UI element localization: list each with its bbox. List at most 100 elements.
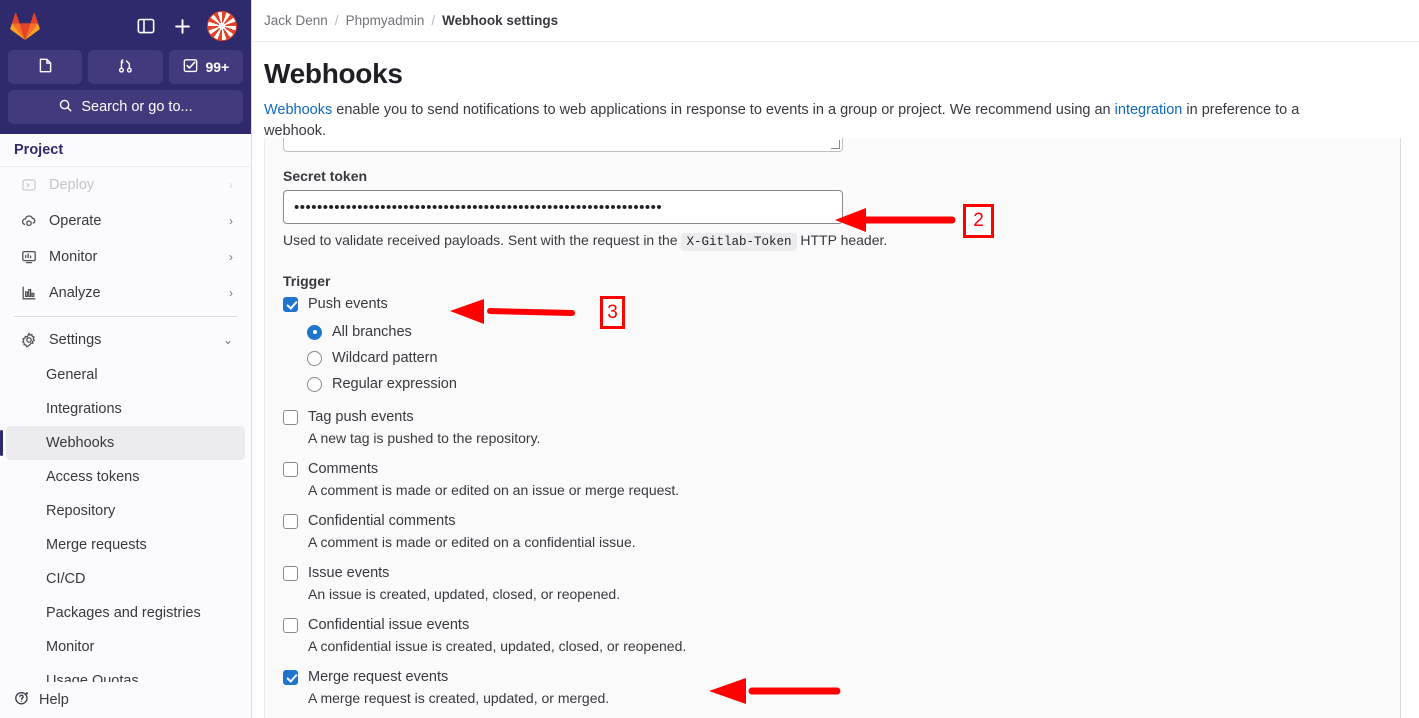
sidebar-item-label: Deploy — [49, 177, 95, 193]
push-events-checkbox[interactable] — [283, 297, 298, 312]
sidebar-subitem-packages-and-registries[interactable]: Packages and registries — [6, 596, 245, 630]
search-placeholder: Search or go to... — [81, 99, 193, 115]
chevron-right-icon: › — [229, 250, 233, 264]
breadcrumb-separator: / — [334, 13, 339, 28]
breadcrumb: Jack Denn / Phpmyadmin / Webhook setting… — [252, 0, 1419, 42]
breadcrumb-item-user[interactable]: Jack Denn — [264, 13, 328, 28]
sidebar-item-deploy[interactable]: Deploy › — [6, 167, 245, 203]
regular-expression-label[interactable]: Regular expression — [332, 376, 457, 392]
sidebar-subitem-label: Merge requests — [46, 537, 147, 553]
merge-request-events-desc: A merge request is created, updated, or … — [308, 690, 610, 706]
wildcard-pattern-radio[interactable] — [307, 350, 322, 366]
confidential-issue-events-desc: A confidential issue is created, updated… — [308, 638, 687, 654]
todos-count: 99+ — [205, 59, 230, 75]
sidebar-item-settings[interactable]: Settings ⌄ — [6, 322, 245, 358]
webhook-form: Secret token •••••••••••••••••••••••••••… — [265, 138, 1400, 708]
wildcard-pattern-label[interactable]: Wildcard pattern — [332, 350, 438, 366]
sidebar-item-monitor[interactable]: Monitor › — [6, 239, 245, 275]
sidebar-subitem-integrations[interactable]: Integrations — [6, 392, 245, 426]
sidebar-subitem-general[interactable]: General — [6, 358, 245, 392]
confidential-issue-events-label[interactable]: Confidential issue events — [308, 616, 686, 635]
regular-expression-radio[interactable] — [307, 376, 322, 392]
webhooks-doc-link[interactable]: Webhooks — [264, 102, 332, 118]
push-events-label[interactable]: Push events — [308, 295, 388, 314]
all-branches-radio[interactable] — [307, 324, 322, 340]
todos-button[interactable]: 99+ — [168, 50, 243, 84]
tag-push-events-checkbox[interactable] — [283, 410, 298, 425]
secret-token-input[interactable]: ••••••••••••••••••••••••••••••••••••••••… — [283, 190, 843, 224]
tag-push-events-label[interactable]: Tag push events — [308, 408, 540, 427]
user-avatar[interactable] — [207, 11, 237, 41]
push-events-texts: Push events — [308, 295, 388, 314]
new-item-plus-icon[interactable] — [171, 15, 193, 37]
issues-icon — [37, 57, 54, 77]
sidebar-nav: Deploy › Operate › Monitor › Analyze › S… — [0, 167, 251, 682]
comments-checkbox[interactable] — [283, 462, 298, 477]
sidebar-top-section: 99+ Search or go to... — [0, 0, 251, 134]
sidebar-subitem-monitor[interactable]: Monitor — [6, 630, 245, 664]
confidential-comments-texts: Confidential comments A comment is made … — [308, 512, 636, 552]
secret-token-label: Secret token — [283, 168, 368, 184]
sidebar-subitem-label: Packages and registries — [46, 605, 201, 621]
search-input[interactable]: Search or go to... — [8, 90, 243, 124]
trigger-section-label: Trigger — [283, 273, 331, 289]
tag-push-events-texts: Tag push events A new tag is pushed to t… — [308, 408, 540, 448]
sidebar-subitem-merge-requests[interactable]: Merge requests — [6, 528, 245, 562]
sidebar-subitem-repository[interactable]: Repository — [6, 494, 245, 528]
breadcrumb-current[interactable]: Webhook settings — [442, 13, 558, 28]
confidential-issue-events-texts: Confidential issue events A confidential… — [308, 616, 686, 656]
comments-texts: Comments A comment is made or edited on … — [308, 460, 679, 500]
sidebar-item-operate[interactable]: Operate › — [6, 203, 245, 239]
chevron-right-icon: › — [229, 178, 233, 192]
sidebar-subitem-label: Webhooks — [46, 435, 115, 451]
webhook-form-panel: Secret token •••••••••••••••••••••••••••… — [264, 138, 1401, 718]
page-title: Webhooks — [264, 58, 403, 89]
sidebar-subitem-cicd[interactable]: CI/CD — [6, 562, 245, 596]
breadcrumb-item-project[interactable]: Phpmyadmin — [346, 13, 425, 28]
confidential-issue-events-checkbox[interactable] — [283, 618, 298, 633]
issue-events-texts: Issue events An issue is created, update… — [308, 564, 620, 604]
push-events-row: Push events — [283, 295, 1400, 314]
secret-token-hint-after: HTTP header. — [796, 232, 888, 248]
branch-option-regular-expression[interactable]: Regular expression — [307, 376, 1400, 392]
comments-desc: A comment is made or edited on an issue … — [308, 482, 680, 498]
operate-icon — [20, 213, 37, 230]
merge-request-events-label[interactable]: Merge request events — [308, 668, 609, 687]
sidebar-subitem-label: General — [46, 367, 98, 383]
sidebar-subitem-access-tokens[interactable]: Access tokens — [6, 460, 245, 494]
settings-gear-icon — [20, 332, 37, 349]
confidential-comments-row: Confidential comments A comment is made … — [283, 512, 1400, 552]
confidential-comments-label[interactable]: Confidential comments — [308, 512, 636, 531]
secret-token-hint-before: Used to validate received payloads. Sent… — [283, 232, 682, 248]
page-description-text: enable you to send notifications to web … — [332, 102, 1115, 118]
sidebar-item-help[interactable]: Help — [0, 682, 251, 718]
chevron-right-icon: › — [229, 286, 233, 300]
help-question-icon — [14, 690, 30, 710]
branch-option-wildcard-pattern[interactable]: Wildcard pattern — [307, 350, 1400, 366]
sidebar-item-analyze[interactable]: Analyze › — [6, 275, 245, 311]
confidential-issue-events-row: Confidential issue events A confidential… — [283, 616, 1400, 656]
issues-button[interactable] — [8, 50, 83, 84]
issue-events-checkbox[interactable] — [283, 566, 298, 581]
todo-checkbox-icon — [182, 57, 199, 77]
sidebar-header-row — [8, 6, 243, 46]
sidebar-subitem-usage-quotas[interactable]: Usage Quotas — [6, 664, 245, 682]
comments-label[interactable]: Comments — [308, 460, 679, 479]
merge-request-events-checkbox[interactable] — [283, 670, 298, 685]
confidential-comments-checkbox[interactable] — [283, 514, 298, 529]
sidebar-subitem-webhooks[interactable]: Webhooks — [0, 426, 245, 460]
gitlab-logo-icon[interactable] — [10, 12, 40, 40]
sidebar: 99+ Search or go to... Project Deploy › … — [0, 0, 252, 718]
custom-headers-textarea[interactable] — [283, 138, 843, 152]
tag-push-events-row: Tag push events A new tag is pushed to t… — [283, 408, 1400, 448]
sidebar-section-header: Project — [0, 134, 251, 167]
sidebar-toggle-icon[interactable] — [135, 15, 157, 37]
issue-events-label[interactable]: Issue events — [308, 564, 620, 583]
sidebar-item-label: Settings — [49, 332, 102, 348]
all-branches-label[interactable]: All branches — [332, 324, 412, 340]
branch-option-all-branches[interactable]: All branches — [307, 324, 1400, 340]
merge-requests-button[interactable] — [88, 50, 163, 84]
integration-doc-link[interactable]: integration — [1115, 102, 1183, 118]
comments-row: Comments A comment is made or edited on … — [283, 460, 1400, 500]
deploy-icon — [20, 177, 37, 194]
